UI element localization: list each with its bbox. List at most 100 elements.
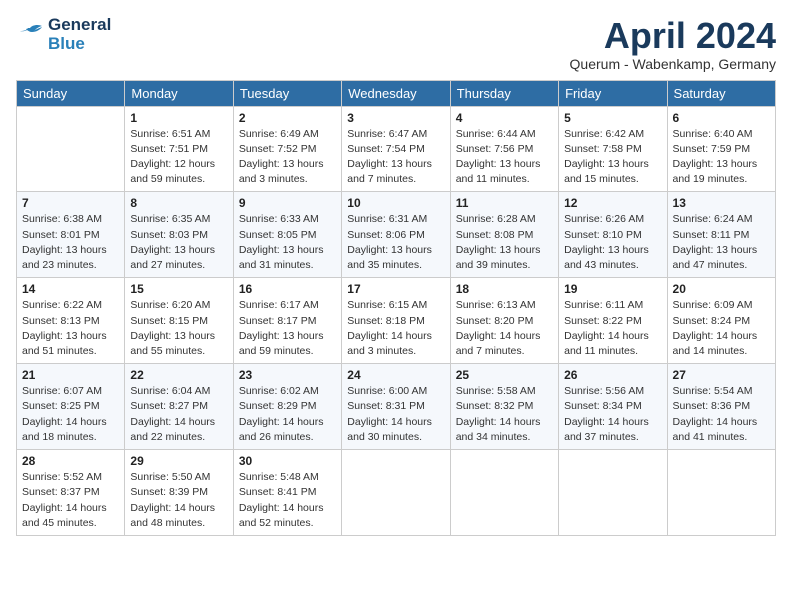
- day-info: Sunrise: 5:50 AMSunset: 8:39 PMDaylight:…: [130, 470, 227, 531]
- day-info: Sunrise: 6:38 AMSunset: 8:01 PMDaylight:…: [22, 212, 119, 273]
- day-cell: 25 Sunrise: 5:58 AMSunset: 8:32 PMDaylig…: [450, 364, 558, 450]
- day-cell: 9 Sunrise: 6:33 AMSunset: 8:05 PMDayligh…: [233, 192, 341, 278]
- day-cell: 1 Sunrise: 6:51 AMSunset: 7:51 PMDayligh…: [125, 106, 233, 192]
- day-cell: 30 Sunrise: 5:48 AMSunset: 8:41 PMDaylig…: [233, 450, 341, 536]
- day-cell: 23 Sunrise: 6:02 AMSunset: 8:29 PMDaylig…: [233, 364, 341, 450]
- day-number: 2: [239, 111, 336, 125]
- day-number: 4: [456, 111, 553, 125]
- day-info: Sunrise: 6:31 AMSunset: 8:06 PMDaylight:…: [347, 212, 444, 273]
- day-cell: 29 Sunrise: 5:50 AMSunset: 8:39 PMDaylig…: [125, 450, 233, 536]
- logo: General Blue: [16, 16, 111, 53]
- day-info: Sunrise: 6:49 AMSunset: 7:52 PMDaylight:…: [239, 127, 336, 188]
- day-number: 16: [239, 282, 336, 296]
- day-info: Sunrise: 6:11 AMSunset: 8:22 PMDaylight:…: [564, 298, 661, 359]
- day-number: 9: [239, 196, 336, 210]
- day-number: 6: [673, 111, 770, 125]
- day-cell: 5 Sunrise: 6:42 AMSunset: 7:58 PMDayligh…: [559, 106, 667, 192]
- day-info: Sunrise: 6:35 AMSunset: 8:03 PMDaylight:…: [130, 212, 227, 273]
- day-number: 14: [22, 282, 119, 296]
- day-info: Sunrise: 6:26 AMSunset: 8:10 PMDaylight:…: [564, 212, 661, 273]
- day-info: Sunrise: 6:33 AMSunset: 8:05 PMDaylight:…: [239, 212, 336, 273]
- day-info: Sunrise: 6:51 AMSunset: 7:51 PMDaylight:…: [130, 127, 227, 188]
- day-number: 17: [347, 282, 444, 296]
- weekday-wednesday: Wednesday: [342, 80, 450, 106]
- day-cell: 15 Sunrise: 6:20 AMSunset: 8:15 PMDaylig…: [125, 278, 233, 364]
- day-number: 10: [347, 196, 444, 210]
- day-info: Sunrise: 6:42 AMSunset: 7:58 PMDaylight:…: [564, 127, 661, 188]
- day-cell: 28 Sunrise: 5:52 AMSunset: 8:37 PMDaylig…: [17, 450, 125, 536]
- day-info: Sunrise: 6:04 AMSunset: 8:27 PMDaylight:…: [130, 384, 227, 445]
- weekday-friday: Friday: [559, 80, 667, 106]
- day-info: Sunrise: 6:17 AMSunset: 8:17 PMDaylight:…: [239, 298, 336, 359]
- day-cell: 12 Sunrise: 6:26 AMSunset: 8:10 PMDaylig…: [559, 192, 667, 278]
- day-number: 1: [130, 111, 227, 125]
- day-cell: [17, 106, 125, 192]
- logo-text: General Blue: [48, 16, 111, 53]
- day-cell: 4 Sunrise: 6:44 AMSunset: 7:56 PMDayligh…: [450, 106, 558, 192]
- day-cell: 21 Sunrise: 6:07 AMSunset: 8:25 PMDaylig…: [17, 364, 125, 450]
- day-info: Sunrise: 6:22 AMSunset: 8:13 PMDaylight:…: [22, 298, 119, 359]
- day-number: 19: [564, 282, 661, 296]
- day-cell: 8 Sunrise: 6:35 AMSunset: 8:03 PMDayligh…: [125, 192, 233, 278]
- page-header: General Blue April 2024 Querum - Wabenka…: [16, 16, 776, 72]
- day-info: Sunrise: 6:47 AMSunset: 7:54 PMDaylight:…: [347, 127, 444, 188]
- day-number: 23: [239, 368, 336, 382]
- day-info: Sunrise: 5:56 AMSunset: 8:34 PMDaylight:…: [564, 384, 661, 445]
- day-cell: 13 Sunrise: 6:24 AMSunset: 8:11 PMDaylig…: [667, 192, 775, 278]
- day-cell: 14 Sunrise: 6:22 AMSunset: 8:13 PMDaylig…: [17, 278, 125, 364]
- day-cell: 7 Sunrise: 6:38 AMSunset: 8:01 PMDayligh…: [17, 192, 125, 278]
- day-cell: [342, 450, 450, 536]
- day-number: 8: [130, 196, 227, 210]
- day-cell: 19 Sunrise: 6:11 AMSunset: 8:22 PMDaylig…: [559, 278, 667, 364]
- logo-icon: [16, 24, 44, 46]
- day-info: Sunrise: 6:13 AMSunset: 8:20 PMDaylight:…: [456, 298, 553, 359]
- day-cell: [559, 450, 667, 536]
- day-number: 21: [22, 368, 119, 382]
- day-info: Sunrise: 6:28 AMSunset: 8:08 PMDaylight:…: [456, 212, 553, 273]
- day-number: 20: [673, 282, 770, 296]
- day-info: Sunrise: 6:02 AMSunset: 8:29 PMDaylight:…: [239, 384, 336, 445]
- day-info: Sunrise: 6:40 AMSunset: 7:59 PMDaylight:…: [673, 127, 770, 188]
- weekday-monday: Monday: [125, 80, 233, 106]
- week-row-2: 7 Sunrise: 6:38 AMSunset: 8:01 PMDayligh…: [17, 192, 776, 278]
- day-cell: 27 Sunrise: 5:54 AMSunset: 8:36 PMDaylig…: [667, 364, 775, 450]
- day-info: Sunrise: 6:15 AMSunset: 8:18 PMDaylight:…: [347, 298, 444, 359]
- day-number: 30: [239, 454, 336, 468]
- day-cell: 16 Sunrise: 6:17 AMSunset: 8:17 PMDaylig…: [233, 278, 341, 364]
- week-row-3: 14 Sunrise: 6:22 AMSunset: 8:13 PMDaylig…: [17, 278, 776, 364]
- day-number: 29: [130, 454, 227, 468]
- day-number: 13: [673, 196, 770, 210]
- calendar-body: 1 Sunrise: 6:51 AMSunset: 7:51 PMDayligh…: [17, 106, 776, 535]
- day-number: 11: [456, 196, 553, 210]
- day-info: Sunrise: 6:07 AMSunset: 8:25 PMDaylight:…: [22, 384, 119, 445]
- day-cell: 3 Sunrise: 6:47 AMSunset: 7:54 PMDayligh…: [342, 106, 450, 192]
- day-info: Sunrise: 6:00 AMSunset: 8:31 PMDaylight:…: [347, 384, 444, 445]
- day-number: 26: [564, 368, 661, 382]
- day-cell: 6 Sunrise: 6:40 AMSunset: 7:59 PMDayligh…: [667, 106, 775, 192]
- day-info: Sunrise: 5:48 AMSunset: 8:41 PMDaylight:…: [239, 470, 336, 531]
- week-row-1: 1 Sunrise: 6:51 AMSunset: 7:51 PMDayligh…: [17, 106, 776, 192]
- week-row-5: 28 Sunrise: 5:52 AMSunset: 8:37 PMDaylig…: [17, 450, 776, 536]
- location: Querum - Wabenkamp, Germany: [570, 56, 776, 72]
- day-number: 12: [564, 196, 661, 210]
- day-info: Sunrise: 6:20 AMSunset: 8:15 PMDaylight:…: [130, 298, 227, 359]
- day-info: Sunrise: 5:54 AMSunset: 8:36 PMDaylight:…: [673, 384, 770, 445]
- day-info: Sunrise: 5:52 AMSunset: 8:37 PMDaylight:…: [22, 470, 119, 531]
- day-info: Sunrise: 6:44 AMSunset: 7:56 PMDaylight:…: [456, 127, 553, 188]
- day-number: 5: [564, 111, 661, 125]
- day-cell: 24 Sunrise: 6:00 AMSunset: 8:31 PMDaylig…: [342, 364, 450, 450]
- day-info: Sunrise: 6:24 AMSunset: 8:11 PMDaylight:…: [673, 212, 770, 273]
- day-number: 15: [130, 282, 227, 296]
- day-cell: [450, 450, 558, 536]
- day-cell: 20 Sunrise: 6:09 AMSunset: 8:24 PMDaylig…: [667, 278, 775, 364]
- day-cell: 17 Sunrise: 6:15 AMSunset: 8:18 PMDaylig…: [342, 278, 450, 364]
- calendar-table: SundayMondayTuesdayWednesdayThursdayFrid…: [16, 80, 776, 536]
- title-block: April 2024 Querum - Wabenkamp, Germany: [570, 16, 776, 72]
- weekday-sunday: Sunday: [17, 80, 125, 106]
- day-cell: 11 Sunrise: 6:28 AMSunset: 8:08 PMDaylig…: [450, 192, 558, 278]
- day-number: 28: [22, 454, 119, 468]
- weekday-thursday: Thursday: [450, 80, 558, 106]
- day-cell: 2 Sunrise: 6:49 AMSunset: 7:52 PMDayligh…: [233, 106, 341, 192]
- weekday-tuesday: Tuesday: [233, 80, 341, 106]
- day-number: 7: [22, 196, 119, 210]
